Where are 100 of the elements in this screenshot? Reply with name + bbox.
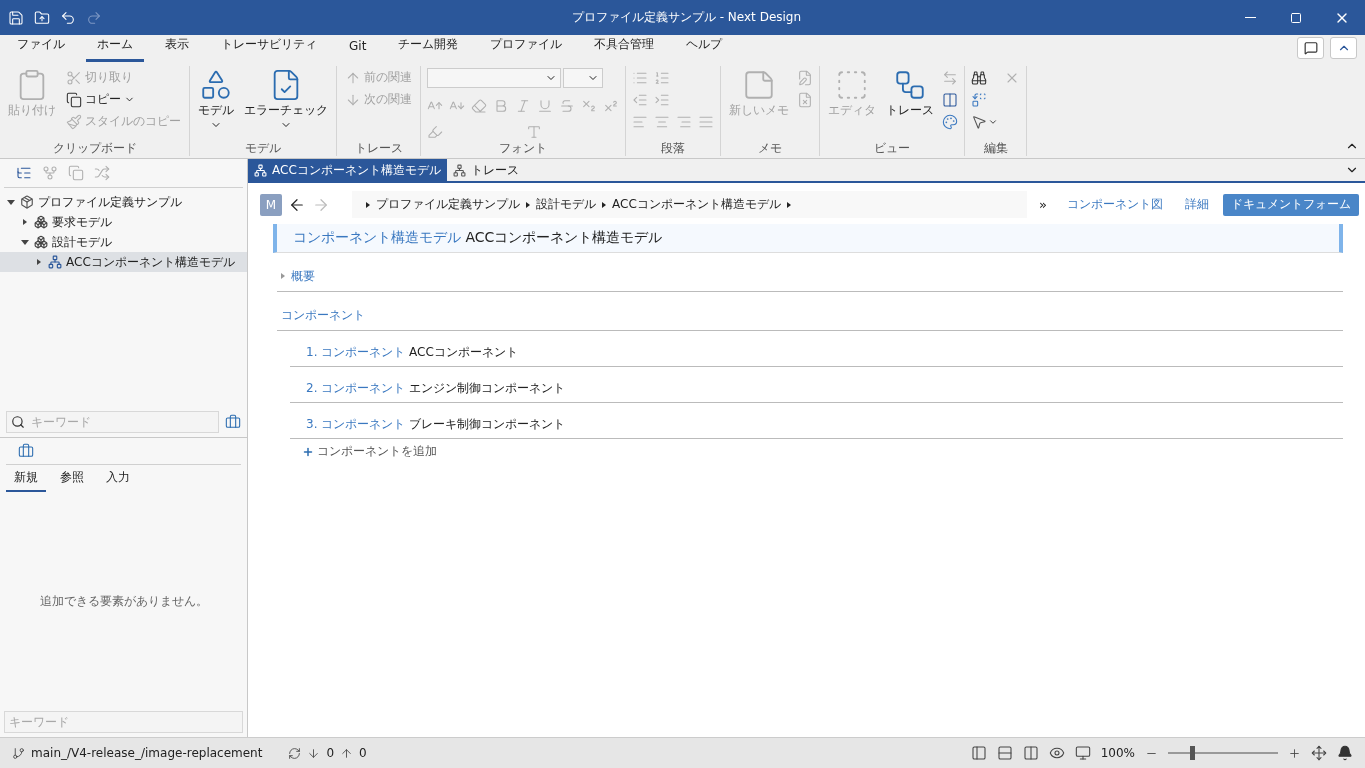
component-row[interactable]: 1. コンポーネント ACCコンポーネント [290, 331, 1343, 367]
superscript-icon[interactable] [603, 98, 619, 114]
collapse-ribbon-button[interactable] [1330, 36, 1357, 59]
add-component-link[interactable]: コンポーネントを追加 [302, 443, 437, 460]
highlighter-icon[interactable] [427, 124, 443, 140]
bullet-list-icon[interactable] [632, 70, 648, 86]
feedback-button[interactable] [1297, 36, 1324, 59]
eye-icon[interactable] [1048, 745, 1065, 761]
header-title: コンポーネント構造モデル ACCコンポーネント構造モデル [293, 229, 663, 247]
pull-icon[interactable] [307, 746, 321, 760]
component-row[interactable]: 2. コンポーネント エンジン制御コンポーネント [290, 367, 1343, 403]
shuffle-icon[interactable] [94, 165, 110, 181]
breadcrumb-item[interactable]: 設計モデル [536, 196, 596, 213]
expanded-caret-icon[interactable] [20, 239, 30, 245]
tree-item[interactable]: 設計モデル [0, 232, 247, 252]
columns-icon[interactable] [942, 92, 958, 108]
push-icon[interactable] [340, 746, 354, 760]
tree-item[interactable]: ACCコンポーネント構造モデル [0, 252, 247, 272]
ribbon-button[interactable]: トレース [884, 66, 936, 140]
menu-tab[interactable]: トレーサビリティ [210, 36, 328, 62]
indent-icon[interactable] [654, 92, 670, 108]
font-color-icon[interactable] [526, 124, 542, 140]
ribbon-button[interactable]: モデル [196, 66, 236, 140]
layout-icon[interactable] [970, 745, 987, 761]
toolbox-icon[interactable] [18, 443, 34, 459]
outgoing-count: 0 [359, 746, 367, 760]
overflow-button[interactable]: » [1039, 197, 1047, 212]
breadcrumb-item[interactable]: ACCコンポーネント構造モデル [612, 196, 781, 213]
window-title: プロファイル定義サンプル - Next Design [570, 9, 803, 26]
diagram-icon [452, 163, 466, 177]
undo-icon[interactable] [60, 9, 76, 26]
section-header[interactable]: コンポーネント [277, 304, 1343, 331]
find-icon[interactable] [971, 70, 987, 86]
rows-icon[interactable] [996, 745, 1013, 761]
bold-icon[interactable] [493, 98, 509, 114]
toolbox-tab[interactable]: 入力 [98, 467, 138, 492]
menu-tab[interactable]: Git [338, 39, 378, 62]
stack-icon[interactable] [68, 165, 84, 181]
tree-item[interactable]: プロファイル定義サンプル [0, 192, 247, 212]
brush-icon [66, 113, 82, 130]
toolbox-tab[interactable]: 参照 [52, 467, 92, 492]
menu-tab[interactable]: 表示 [154, 36, 200, 62]
slider-thumb[interactable] [1190, 746, 1195, 760]
select-icon[interactable] [971, 114, 987, 130]
underline-icon[interactable] [537, 98, 553, 114]
component-row[interactable]: 3. コンポーネント ブレーキ制御コンポーネント [290, 403, 1343, 439]
editor-tab[interactable]: ACCコンポーネント構造モデル [248, 159, 447, 181]
align-right-icon[interactable] [676, 114, 692, 130]
expanded-caret-icon[interactable] [6, 199, 16, 205]
search-field[interactable]: キーワード [4, 711, 243, 733]
view-link[interactable]: コンポーネント図 [1067, 196, 1163, 213]
tree-item[interactable]: 要求モデル [0, 212, 247, 232]
breadcrumb-item[interactable]: プロファイル定義サンプル [376, 196, 520, 213]
tree-view-icon[interactable] [16, 165, 32, 181]
zoom-in-icon[interactable] [1288, 746, 1301, 760]
menu-tab[interactable]: ホーム [86, 36, 144, 62]
search-field[interactable]: キーワード [6, 411, 219, 433]
subscript-icon[interactable] [581, 98, 597, 114]
menu-tab[interactable]: 不具合管理 [583, 36, 666, 62]
save-icon[interactable] [8, 9, 24, 26]
edit-note-icon[interactable] [797, 70, 813, 86]
copy-icon [66, 91, 82, 108]
monitor-icon[interactable] [1074, 745, 1091, 761]
ribbon-button[interactable]: コピー [64, 90, 183, 109]
redo-icon[interactable] [86, 9, 102, 26]
move-icon[interactable] [1311, 745, 1327, 761]
menu-tab[interactable]: ファイル [6, 36, 76, 62]
branch-icon[interactable] [12, 746, 25, 760]
swap-icon[interactable] [942, 70, 958, 86]
replace-icon[interactable] [971, 92, 987, 108]
justify-icon[interactable] [698, 114, 714, 130]
plus-icon [302, 445, 314, 458]
toolbox-tab[interactable]: 新規 [6, 467, 46, 492]
align-left-icon[interactable] [632, 114, 648, 130]
menu-tab[interactable]: ヘルプ [675, 36, 734, 62]
align-center-icon[interactable] [654, 114, 670, 130]
empty-message: 追加できる要素がありません。 [39, 593, 208, 610]
branch-name[interactable]: main_/V4-release_/image-replacement [31, 746, 263, 760]
ribbon-button[interactable]: エラーチェック [242, 66, 330, 140]
eraser-icon[interactable] [471, 98, 487, 114]
menu-tab[interactable]: チーム開発 [387, 36, 470, 62]
italic-icon[interactable] [515, 98, 531, 114]
outdent-icon[interactable] [632, 92, 648, 108]
strikethrough-icon[interactable] [559, 98, 575, 114]
speech-bubble-icon [1303, 40, 1318, 55]
view-link[interactable]: 詳細 [1185, 196, 1209, 213]
section-header[interactable]: 概要 [277, 265, 1343, 292]
group-label: フォント [498, 140, 548, 156]
menu-tab[interactable]: プロファイル [479, 36, 574, 62]
numbered-list-icon[interactable] [654, 70, 670, 86]
sync-icon[interactable] [288, 746, 302, 760]
editor-tab[interactable]: トレース [446, 159, 525, 181]
delete-note-icon[interactable] [797, 92, 813, 108]
columns-icon[interactable] [1022, 745, 1039, 761]
shapes-icon [199, 68, 233, 102]
scissors-icon [66, 69, 82, 86]
bell-icon[interactable] [1337, 745, 1353, 761]
palette-icon[interactable] [942, 114, 958, 130]
document-form-button[interactable]: ドキュメントフォーム [1223, 193, 1359, 216]
open-icon[interactable] [34, 9, 50, 26]
